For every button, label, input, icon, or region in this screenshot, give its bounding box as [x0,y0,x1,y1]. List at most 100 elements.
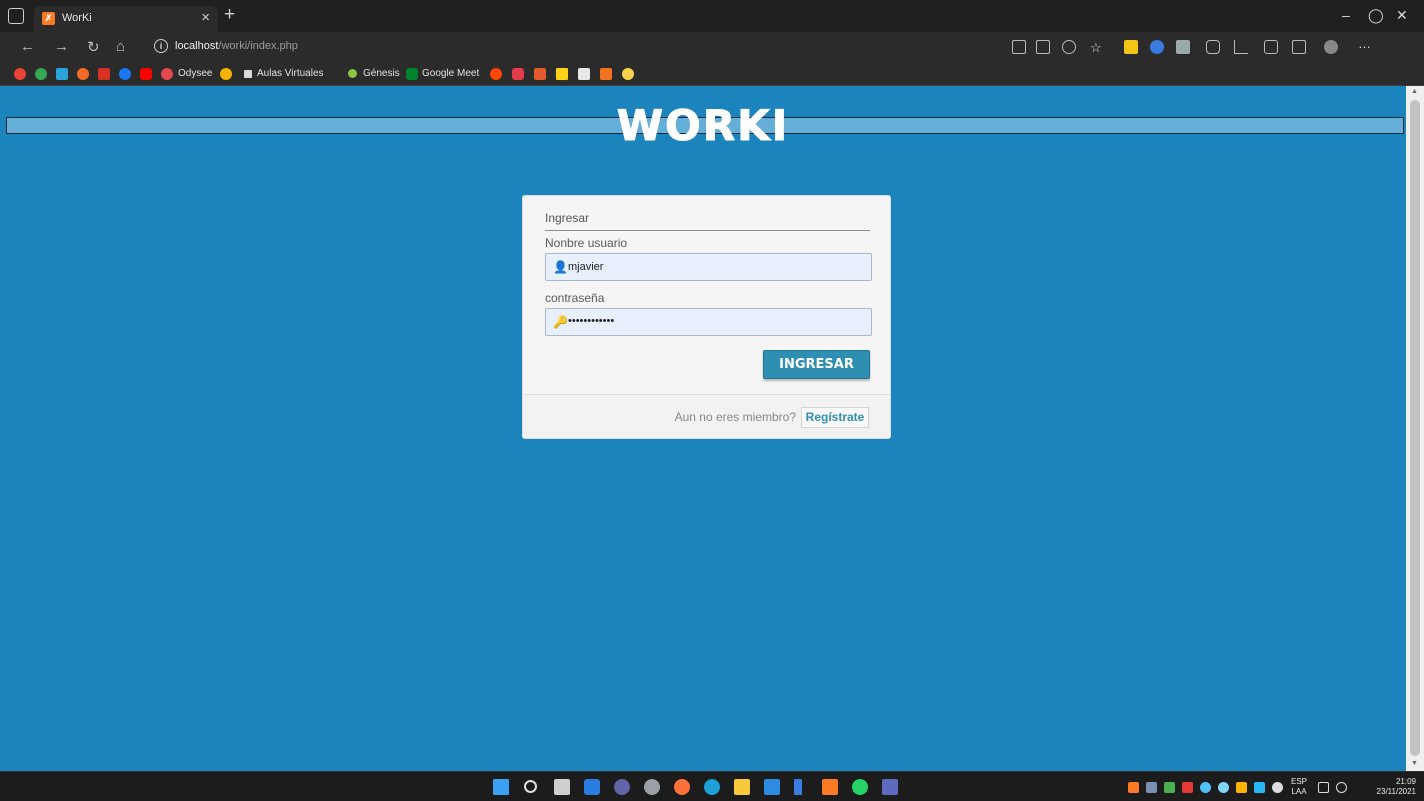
favorites-icon[interactable] [1234,40,1248,54]
search-icon[interactable] [524,780,537,793]
site-info-icon[interactable]: i [154,39,168,53]
teams-icon[interactable] [614,779,630,795]
tray-app-icon[interactable] [1146,782,1157,793]
onedrive-icon[interactable] [1200,782,1211,793]
password-field[interactable]: 🔑 •••••••••••• [545,308,872,336]
home-icon[interactable]: ⌂ [116,38,125,55]
chrome-bookmark-icon[interactable] [35,68,47,80]
opera-bookmark-icon[interactable] [77,68,89,80]
cloud-icon[interactable] [1218,782,1229,793]
genesis-bookmark-icon[interactable] [348,69,357,78]
scroll-down-icon[interactable]: ▼ [1411,760,1418,767]
language-indicator[interactable]: ESP LAA [1288,777,1310,797]
tray-red-icon[interactable] [1182,782,1193,793]
whatsapp-icon[interactable] [852,779,868,795]
more-menu-icon[interactable]: … [1358,36,1372,51]
browser-tab-bar: ✗ WorKi × + – ◯ ✕ [0,0,1424,32]
edge-icon[interactable] [704,779,720,795]
flag-bookmark-icon[interactable] [556,68,568,80]
register-button[interactable]: Regístrate [801,407,869,428]
scrollbar-thumb[interactable] [1410,100,1420,756]
username-label: Nonbre usuario [545,236,628,250]
google-meet-bookmark-icon[interactable] [406,68,418,80]
network-icon[interactable] [1318,782,1329,793]
google-bookmark-icon[interactable] [14,68,26,80]
youtube-bookmark-icon[interactable] [140,68,152,80]
volume-icon[interactable] [1336,782,1347,793]
game-bookmark-icon[interactable] [622,68,634,80]
home-bookmark-icon[interactable] [600,68,612,80]
tray-chevron-icon[interactable] [1272,782,1283,793]
restore-icon[interactable]: ◯ [1368,7,1384,24]
read-aloud-icon[interactable] [1062,40,1076,54]
bookmarks-bar: Odysee Aulas Virtuales Génesis Google Me… [0,62,1424,86]
forward-icon[interactable]: → [54,38,69,55]
not-member-text: Aun no eres miembro? [674,410,796,424]
task-view-icon[interactable] [554,779,570,795]
collections-icon[interactable] [1264,40,1278,54]
settings-icon[interactable] [644,779,660,795]
extensions-icon[interactable] [1206,40,1220,54]
favorite-star-icon[interactable]: ☆ [1090,40,1104,55]
password-value: •••••••••••• [568,315,615,327]
reddit-bookmark-icon[interactable] [490,68,502,80]
facebook-bookmark-icon[interactable] [119,68,131,80]
bing-bookmark-icon[interactable] [56,68,68,80]
tray-blue-icon[interactable] [1254,782,1265,793]
minimize-icon[interactable]: – [1342,7,1350,23]
address-url: localhost/worki/index.php [175,40,298,52]
tray-xampp-icon[interactable] [1128,782,1139,793]
pinwheel-bookmark-icon[interactable] [220,68,232,80]
screen-cast-icon[interactable] [1012,40,1026,54]
password-label: contraseña [545,291,605,305]
xampp-favicon-icon: ✗ [42,12,55,25]
taskbar: ESP LAA 21:09 23/11/2021 [0,771,1424,801]
bookmark-aulas-virtuales[interactable]: Aulas Virtuales [257,68,324,79]
gmail-bookmark-icon[interactable] [98,68,110,80]
bookmark-genesis[interactable]: Génesis [363,68,400,79]
bookmark-odysee[interactable]: Odysee [178,68,212,79]
username-value: mjavier [568,261,604,273]
tray-green-icon[interactable] [1164,782,1175,793]
username-field[interactable]: 👤 mjavier [545,253,872,281]
clock[interactable]: 21:09 23/11/2021 [1356,777,1420,797]
tab-title: WorKi [62,12,92,24]
tray-orange-icon[interactable] [1236,782,1247,793]
notepad-icon[interactable] [794,779,802,795]
xampp-icon[interactable] [822,779,838,795]
login-heading: Ingresar [545,211,590,225]
firefox-icon[interactable] [674,779,690,795]
login-button[interactable]: INGRESAR [763,350,870,379]
start-icon[interactable] [493,779,509,795]
tab-close-icon[interactable]: × [201,9,210,26]
new-tab-icon[interactable]: + [224,5,235,25]
file-explorer-icon[interactable] [734,779,750,795]
amazon-bookmark-icon[interactable] [578,68,590,80]
scroll-up-icon[interactable]: ▲ [1411,88,1418,95]
reload-icon[interactable]: ↻ [87,38,100,56]
address-bar[interactable]: i localhost/worki/index.php [146,35,1006,59]
close-window-icon[interactable]: ✕ [1396,7,1408,24]
bg-bookmark-icon[interactable] [534,68,546,80]
login-footer: Aun no eres miembro? Regístrate [523,395,890,438]
widgets-icon[interactable] [584,779,600,795]
page-scrollbar[interactable]: ▲ ▼ [1406,86,1424,771]
login-card: Ingresar Nonbre usuario 👤 mjavier contra… [522,195,891,439]
share-icon[interactable] [1292,40,1306,54]
browser-tab[interactable]: ✗ WorKi × [34,6,218,32]
store-icon[interactable] [764,779,780,795]
extension-gray-icon[interactable] [1176,40,1190,54]
profile-avatar-icon[interactable] [1324,40,1338,54]
page-viewport: WORKI Ingresar Nonbre usuario 👤 mjavier … [0,86,1406,771]
extension-yellow-icon[interactable] [1124,40,1138,54]
bookmark-google-meet[interactable]: Google Meet [422,68,479,79]
app-grid-icon[interactable] [1036,40,1050,54]
vscode-icon[interactable] [882,779,898,795]
extension-pen-icon[interactable] [1150,40,1164,54]
odysee-bookmark-icon[interactable] [161,68,173,80]
back-icon[interactable]: ← [20,38,35,55]
user-icon: 👤 [553,260,568,274]
aulas-bookmark-icon[interactable] [244,70,252,78]
tab-actions-icon[interactable] [8,8,24,24]
pocket-bookmark-icon[interactable] [512,68,524,80]
